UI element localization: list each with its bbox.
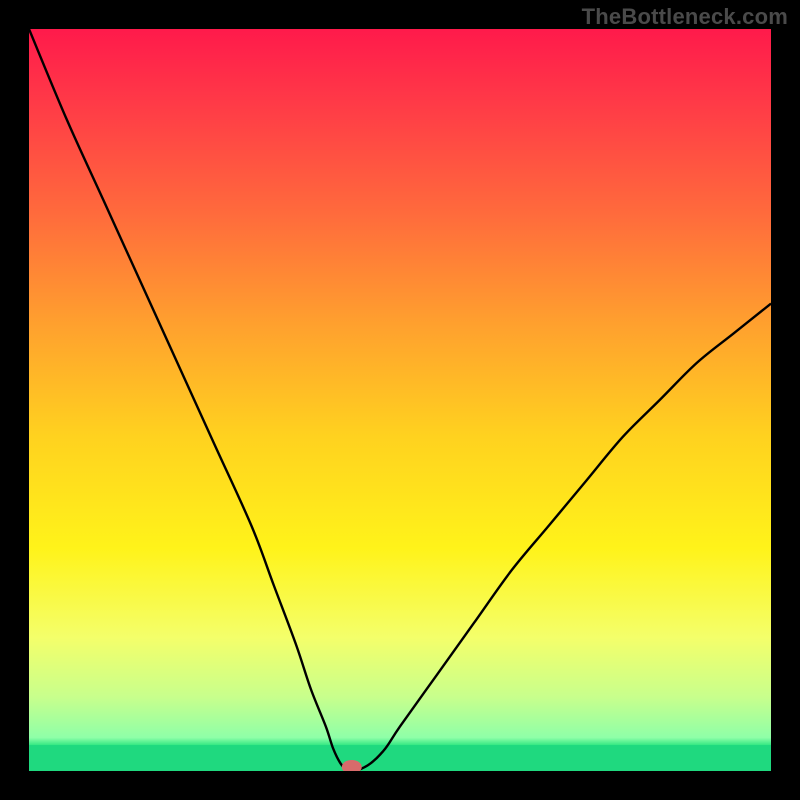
watermark-text: TheBottleneck.com [582, 4, 788, 30]
green-band [29, 745, 771, 771]
bottleneck-chart [29, 29, 771, 771]
chart-frame [29, 29, 771, 771]
